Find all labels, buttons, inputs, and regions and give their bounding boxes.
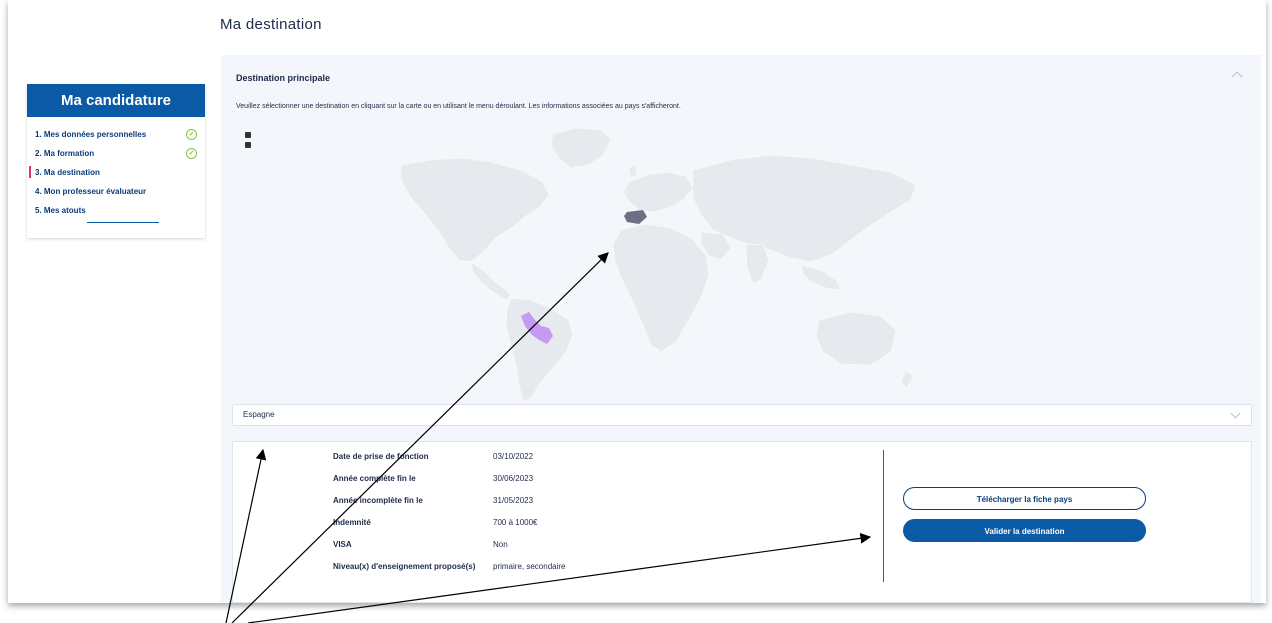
step-label: 3. Ma destination [35, 168, 100, 177]
map-region-australia [815, 311, 897, 366]
step-training[interactable]: 2. Ma formation ✓ [27, 144, 205, 163]
map-zoom-in-icon[interactable] [245, 132, 251, 138]
info-label: Niveau(x) d'enseignement proposé(s) [333, 562, 476, 571]
map-region-central-america [470, 261, 512, 301]
info-value: primaire, secondaire [493, 562, 566, 571]
step-personal-data[interactable]: 1. Mes données personnelles ✓ [27, 125, 205, 144]
world-map[interactable] [371, 120, 931, 410]
step-label: 5. Mes atouts [35, 206, 86, 215]
validate-destination-button[interactable]: Valider la destination [903, 519, 1146, 542]
info-label: Année incomplète fin le [333, 496, 423, 505]
map-region-south-america [505, 297, 574, 403]
map-region-europe [622, 171, 694, 213]
sidebar-title: Ma candidature [27, 84, 205, 117]
map-region-north-america [400, 157, 550, 263]
instructions-text: Veuillez sélectionner une destination en… [236, 103, 681, 110]
map-region-new-zealand [900, 369, 914, 389]
info-row: Année complète fin le 30/06/2023 [333, 474, 733, 488]
info-label: VISA [333, 540, 352, 549]
step-evaluator[interactable]: 4. Mon professeur évaluateur [27, 182, 205, 201]
info-divider [883, 450, 884, 582]
info-value: 30/06/2023 [493, 474, 534, 483]
map-region-africa [612, 223, 710, 353]
download-country-sheet-button[interactable]: Télécharger la fiche pays [903, 487, 1146, 510]
check-circle-icon: ✓ [186, 148, 197, 159]
country-info-card: Date de prise de fonction 03/10/2022 Ann… [232, 441, 1252, 603]
candidature-sidebar: Ma candidature 1. Mes données personnell… [27, 84, 205, 238]
section-title: Destination principale [236, 73, 331, 83]
sidebar-divider [87, 222, 159, 223]
info-row: Année incomplète fin le 31/05/2023 [333, 496, 733, 510]
steps-list: 1. Mes données personnelles ✓ 2. Ma form… [27, 117, 205, 220]
country-select[interactable]: Espagne [232, 404, 1252, 426]
info-label: Indemnité [333, 518, 371, 527]
info-label: Date de prise de fonction [333, 452, 429, 461]
destination-panel: Destination principale Veuillez sélectio… [221, 55, 1261, 603]
info-row: Date de prise de fonction 03/10/2022 [333, 452, 733, 466]
app-frame: Ma destination Ma candidature 1. Mes don… [8, 0, 1266, 603]
map-region-southeast-asia [800, 264, 842, 291]
chevron-down-icon [1230, 408, 1241, 419]
country-select-value: Espagne [243, 410, 275, 419]
map-selected-spain [624, 210, 647, 224]
step-label: 4. Mon professeur évaluateur [35, 187, 147, 196]
step-assets[interactable]: 5. Mes atouts [27, 201, 205, 220]
info-value: 31/05/2023 [493, 496, 534, 505]
info-value: Non [493, 540, 508, 549]
map-region-greenland [550, 127, 612, 169]
collapse-chevron-icon[interactable] [1231, 71, 1243, 83]
step-destination[interactable]: 3. Ma destination [27, 163, 205, 182]
info-value: 03/10/2022 [493, 452, 534, 461]
info-row: Indemnité 700 à 1000€ [333, 518, 733, 532]
page-title: Ma destination [220, 16, 322, 33]
check-circle-icon: ✓ [186, 129, 197, 140]
map-region-uk [628, 163, 638, 179]
map-zoom-out-icon[interactable] [245, 142, 251, 148]
info-label: Année complète fin le [333, 474, 416, 483]
info-value: 700 à 1000€ [493, 518, 538, 527]
info-row: Niveau(x) d'enseignement proposé(s) prim… [333, 562, 733, 576]
step-label: 1. Mes données personnelles [35, 130, 147, 139]
step-label: 2. Ma formation [35, 149, 95, 158]
info-row: VISA Non [333, 540, 733, 554]
map-region-india [745, 243, 770, 285]
